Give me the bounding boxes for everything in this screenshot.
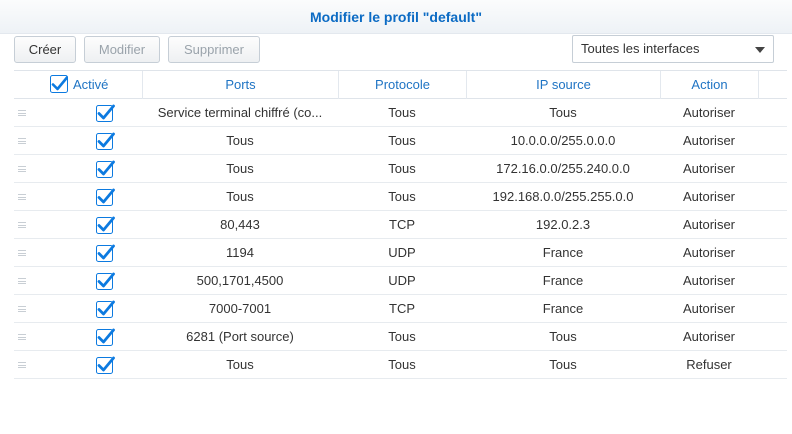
drag-handle-icon[interactable] [14, 351, 30, 378]
enabled-cell [30, 99, 158, 126]
action-cell: Autoriser [682, 161, 736, 176]
header-enabled-label: Activé [73, 77, 109, 92]
action-cell: Autoriser [682, 105, 736, 120]
dialog-titlebar: Modifier le profil "default" [0, 0, 792, 34]
protocol-cell: Tous [388, 105, 416, 120]
edit-button[interactable]: Modifier [84, 36, 160, 63]
table-row[interactable]: Tous Tous 10.0.0.0/255.0.0.0 Autoriser [14, 127, 787, 155]
ip-source-cell: France [542, 273, 584, 288]
table-row[interactable]: Tous Tous 192.168.0.0/255.255.0.0 Autori… [14, 183, 787, 211]
drag-handle-icon[interactable] [14, 295, 30, 322]
ports-cell: Tous [226, 161, 254, 176]
header-ports[interactable]: Ports [142, 71, 338, 99]
ip-source-cell: 10.0.0.0/255.0.0.0 [510, 133, 616, 148]
checkbox-checked-icon[interactable] [96, 272, 115, 290]
drag-handle-icon[interactable] [14, 127, 30, 154]
enabled-cell [30, 155, 158, 182]
header-ip-source[interactable]: IP source [466, 71, 660, 99]
ports-cell: Tous [226, 357, 254, 372]
checkbox-checked-icon[interactable] [96, 104, 115, 122]
table-row[interactable]: Tous Tous 172.16.0.0/255.240.0.0 Autoris… [14, 155, 787, 183]
protocol-cell: TCP [389, 217, 415, 232]
dialog-title: Modifier le profil "default" [310, 9, 482, 25]
ip-source-cell: Tous [549, 329, 577, 344]
protocol-cell: Tous [388, 357, 416, 372]
ports-cell: 80,443 [220, 217, 260, 232]
drag-handle-icon[interactable] [14, 323, 30, 350]
action-cell: Autoriser [682, 329, 736, 344]
drag-handle-icon[interactable] [14, 239, 30, 266]
interface-select[interactable]: Toutes les interfaces [572, 35, 774, 63]
ip-source-cell: Tous [549, 357, 577, 372]
ports-cell: 7000-7001 [208, 301, 272, 316]
header-enabled[interactable]: Activé [14, 71, 142, 99]
header-action[interactable]: Action [660, 71, 758, 99]
protocol-cell: Tous [388, 133, 416, 148]
action-cell: Autoriser [682, 189, 736, 204]
protocol-cell: Tous [388, 329, 416, 344]
ports-cell: 1194 [226, 245, 254, 260]
select-all-checkbox-icon[interactable] [50, 75, 68, 93]
ip-source-cell: 172.16.0.0/255.240.0.0 [496, 161, 630, 176]
drag-handle-icon[interactable] [14, 267, 30, 294]
table-row[interactable]: 7000-7001 TCP France Autoriser [14, 295, 787, 323]
checkbox-checked-icon[interactable] [96, 300, 115, 318]
protocol-cell: UDP [388, 273, 416, 288]
checkbox-checked-icon[interactable] [96, 356, 115, 374]
enabled-cell [30, 351, 158, 378]
table-row[interactable]: 500,1701,4500 UDP France Autoriser [14, 267, 787, 295]
enabled-cell [30, 295, 158, 322]
ports-cell: 500,1701,4500 [196, 273, 284, 288]
ports-cell: Tous [226, 189, 254, 204]
interface-select-value: Toutes les interfaces [581, 41, 700, 56]
drag-handle-icon[interactable] [14, 183, 30, 210]
table-row[interactable]: 6281 (Port source) Tous Tous Autoriser [14, 323, 787, 351]
enabled-cell [30, 127, 158, 154]
header-spacer [758, 71, 787, 99]
ip-source-cell: Tous [549, 105, 577, 120]
ports-cell: Service terminal chiffré (co... [157, 105, 323, 120]
checkbox-checked-icon[interactable] [96, 244, 115, 262]
ip-source-cell: France [542, 245, 584, 260]
drag-handle-icon[interactable] [14, 155, 30, 182]
table-row[interactable]: Service terminal chiffré (co... Tous Tou… [14, 99, 787, 127]
enabled-cell [30, 239, 158, 266]
delete-button[interactable]: Supprimer [168, 36, 260, 63]
drag-handle-icon[interactable] [14, 211, 30, 238]
action-cell: Refuser [686, 357, 732, 372]
checkbox-checked-icon[interactable] [96, 188, 115, 206]
table-row[interactable]: 1194 UDP France Autoriser [14, 239, 787, 267]
table-row[interactable]: Tous Tous Tous Refuser [14, 351, 787, 379]
chevron-down-icon [755, 47, 765, 53]
action-cell: Autoriser [682, 133, 736, 148]
ip-source-cell: France [542, 301, 584, 316]
header-protocol[interactable]: Protocole [338, 71, 466, 99]
rules-table: Activé Ports Protocole IP source Action … [14, 70, 787, 379]
action-cell: Autoriser [682, 301, 736, 316]
enabled-cell [30, 267, 158, 294]
protocol-cell: UDP [388, 245, 416, 260]
checkbox-checked-icon[interactable] [96, 216, 115, 234]
drag-handle-icon[interactable] [14, 99, 30, 126]
ip-source-cell: 192.168.0.0/255.255.0.0 [492, 189, 634, 204]
table-header: Activé Ports Protocole IP source Action [14, 70, 787, 99]
enabled-cell [30, 211, 158, 238]
action-cell: Autoriser [682, 217, 736, 232]
protocol-cell: TCP [389, 301, 415, 316]
action-cell: Autoriser [682, 245, 736, 260]
enabled-cell [30, 323, 158, 350]
checkbox-checked-icon[interactable] [96, 132, 115, 150]
protocol-cell: Tous [388, 189, 416, 204]
table-body: Service terminal chiffré (co... Tous Tou… [14, 99, 787, 379]
checkbox-checked-icon[interactable] [96, 328, 115, 346]
ip-source-cell: 192.0.2.3 [535, 217, 591, 232]
enabled-cell [30, 183, 158, 210]
create-button[interactable]: Créer [14, 36, 76, 63]
ports-cell: 6281 (Port source) [186, 329, 294, 344]
table-row[interactable]: 80,443 TCP 192.0.2.3 Autoriser [14, 211, 787, 239]
checkbox-checked-icon[interactable] [96, 160, 115, 178]
protocol-cell: Tous [388, 161, 416, 176]
ports-cell: Tous [226, 133, 254, 148]
action-cell: Autoriser [682, 273, 736, 288]
